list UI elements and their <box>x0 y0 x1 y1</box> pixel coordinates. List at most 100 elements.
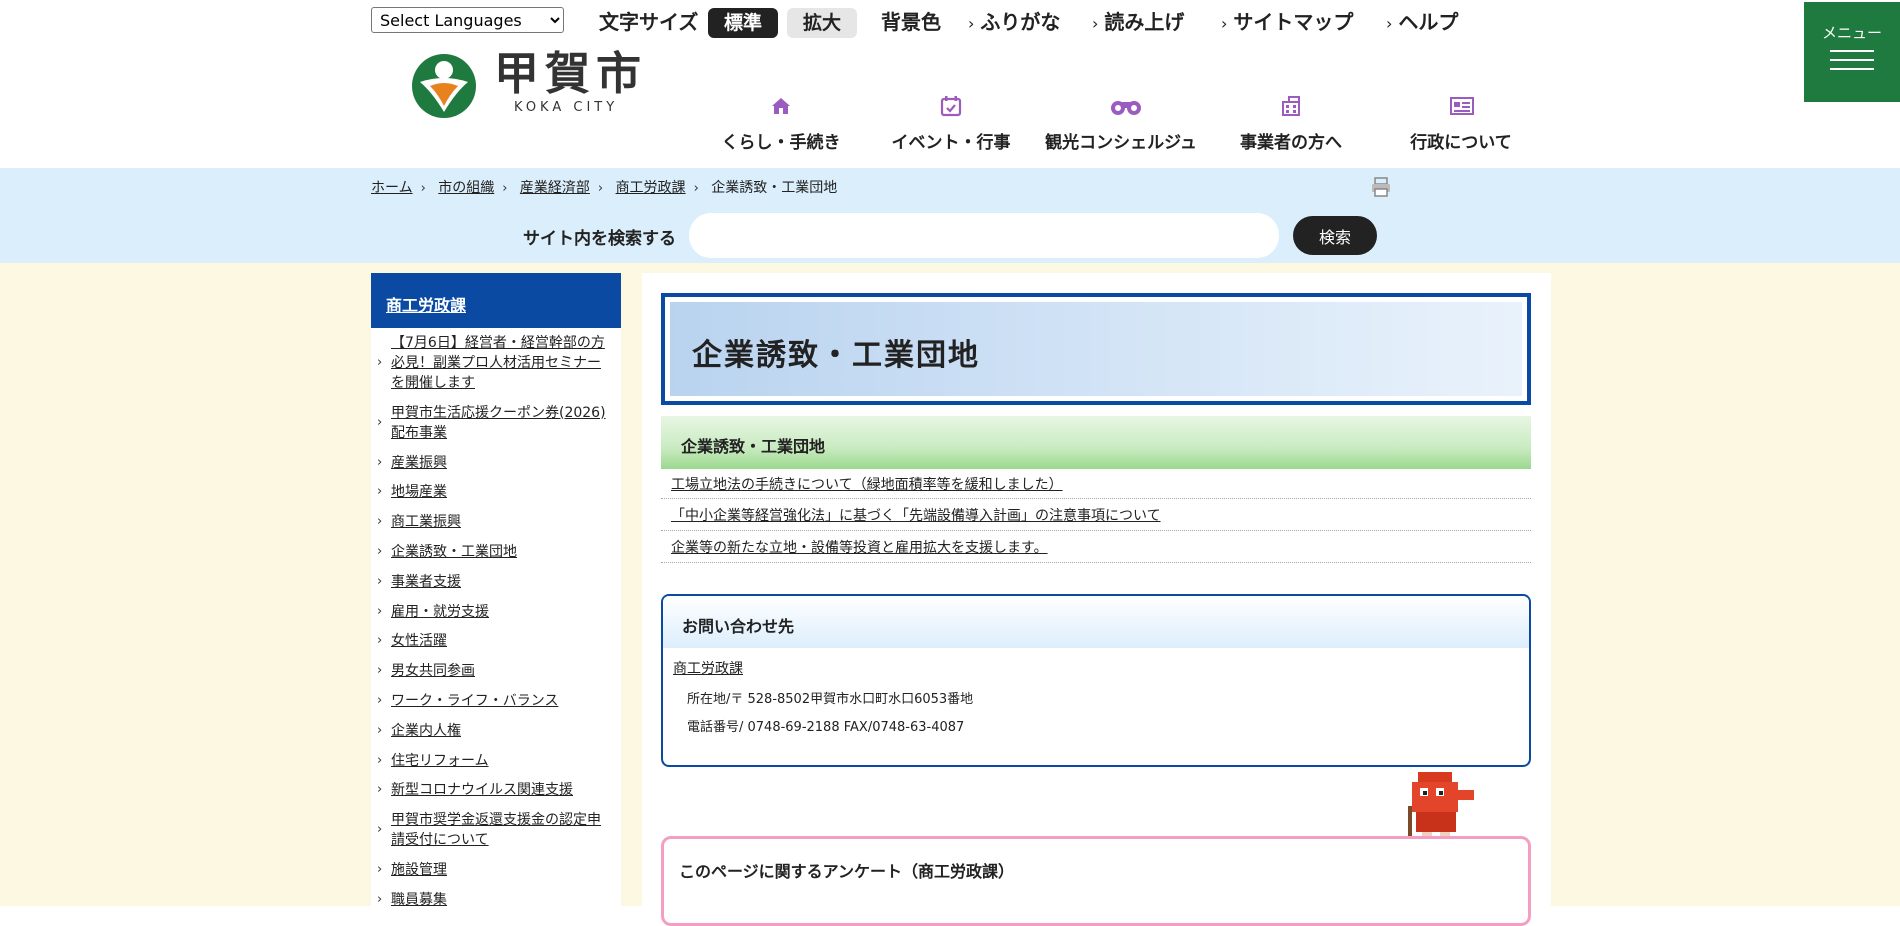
sidebar-item-link[interactable]: 新型コロナウイルス関連支援 <box>391 782 573 798</box>
sidebar-item-link[interactable]: 男女共同参画 <box>391 663 475 679</box>
chevron-right-icon: › <box>377 633 383 649</box>
sitemap-link[interactable]: › サイトマップ <box>1221 8 1353 36</box>
site-logo-subtitle: KOKA CITY <box>514 100 619 115</box>
breadcrumb-link-organization[interactable]: 市の組織 <box>438 180 494 196</box>
contact-department-link[interactable]: 商工労政課 <box>673 658 743 678</box>
nav-item-label: 行政について <box>1410 133 1512 153</box>
hamburger-icon <box>1830 68 1874 70</box>
nav-item-business[interactable]: 事業者の方へ <box>1206 94 1376 153</box>
nav-item-tourism[interactable]: 観光コンシェルジュ <box>1036 94 1206 153</box>
chevron-right-icon: › <box>502 181 508 196</box>
sidebar-heading-link[interactable]: 商工労政課 <box>386 296 466 315</box>
sidebar-item[interactable]: › 企業内人権 <box>371 721 621 741</box>
chevron-right-icon: › <box>377 484 383 500</box>
sidebar-item-link[interactable]: 女性活躍 <box>391 633 447 649</box>
sidebar-list: › 【7月6日】経営者・経営幹部の方必見！副業プロ人材活用セミナーを開催します › 甲… <box>371 333 621 920</box>
city-emblem-icon[interactable] <box>410 52 478 120</box>
sidebar-item[interactable]: › 企業誘致・工業団地 <box>371 542 621 562</box>
furigana-label: ふりがな <box>980 10 1061 34</box>
sidebar-item-link[interactable]: 事業者支援 <box>391 574 461 590</box>
chevron-right-icon: › <box>377 822 383 838</box>
read-aloud-label: 読み上げ <box>1104 10 1185 34</box>
nav-item-label: イベント・行事 <box>891 133 1011 153</box>
sidebar-item-link[interactable]: ワーク・ライフ・バランス <box>391 693 558 709</box>
sidebar-item[interactable]: › 甲賀市生活応援クーポン券(2026)配布事業 <box>371 403 621 443</box>
sidebar-item-link[interactable]: 職員募集 <box>391 892 447 908</box>
sidebar-item[interactable]: › 住宅リフォーム <box>371 751 621 771</box>
sidebar-item-link[interactable]: 商工業振興 <box>391 514 461 530</box>
sidebar-item-link[interactable]: 施設管理 <box>391 862 447 878</box>
hamburger-icon <box>1830 50 1874 52</box>
sidebar-item[interactable]: › 男女共同参画 <box>371 661 621 681</box>
chevron-right-icon: › <box>377 514 383 530</box>
read-aloud-link[interactable]: › 読み上げ <box>1092 8 1184 36</box>
sidebar-item[interactable]: › 雇用・就労支援 <box>371 602 621 622</box>
chevron-right-icon: › <box>377 663 383 679</box>
survey-title: このページに関するアンケート（商工労政課） <box>679 862 1015 881</box>
contact-address: 所在地/〒 528-8502甲賀市水口町水口6053番地 <box>687 692 974 707</box>
sidebar-item-link[interactable]: 雇用・就労支援 <box>391 604 489 620</box>
chevron-right-icon: › <box>693 181 699 196</box>
divider <box>661 530 1531 531</box>
sidebar-item-link[interactable]: 住宅リフォーム <box>391 753 489 769</box>
sidebar-item[interactable]: › 職員募集 <box>371 890 621 910</box>
hamburger-icon <box>1830 59 1874 61</box>
print-icon[interactable] <box>1370 176 1392 198</box>
search-input[interactable] <box>689 213 1279 258</box>
chevron-right-icon: › <box>420 181 426 196</box>
sidebar-item[interactable]: › 産業振興 <box>371 453 621 473</box>
menu-label: メニュー <box>1821 24 1882 42</box>
contact-heading: お問い合わせ先 <box>663 596 1529 648</box>
chevron-right-icon: › <box>377 891 383 907</box>
sidebar-item[interactable]: › 事業者支援 <box>371 572 621 592</box>
bg-color-button[interactable]: 背景色 <box>881 8 941 36</box>
sidebar-item-link[interactable]: 甲賀市奨学金返還支援金の認定申請受付について <box>391 812 601 848</box>
menu-button[interactable]: メニュー <box>1804 2 1900 102</box>
sidebar-item-link[interactable]: 企業誘致・工業団地 <box>391 544 517 560</box>
sidebar-item[interactable]: › 女性活躍 <box>371 631 621 651</box>
chevron-right-icon: › <box>1221 14 1228 33</box>
link-factory-location-law[interactable]: 工場立地法の手続きについて（緑地面積率等を緩和しました） <box>671 474 1063 494</box>
font-size-large-button[interactable]: 拡大 <box>787 8 857 38</box>
font-size-standard-button[interactable]: 標準 <box>708 8 778 38</box>
chevron-right-icon: › <box>377 414 383 430</box>
search-button[interactable]: 検索 <box>1293 216 1377 255</box>
link-investment-support[interactable]: 企業等の新たな立地・設備等投資と雇用拡大を支援します。 <box>671 537 1048 557</box>
breadcrumb-link-home[interactable]: ホーム <box>371 180 413 196</box>
search-label: サイト内を検索する <box>523 229 676 249</box>
nav-item-living[interactable]: くらし・手続き <box>696 94 866 153</box>
sitemap-label: サイトマップ <box>1233 10 1354 34</box>
sidebar-item[interactable]: › 商工業振興 <box>371 512 621 532</box>
sidebar-item-link[interactable]: 地場産業 <box>391 484 447 500</box>
chevron-right-icon: › <box>1386 14 1393 33</box>
nav-item-administration[interactable]: 行政について <box>1376 94 1546 153</box>
nav-item-events[interactable]: イベント・行事 <box>866 94 1036 153</box>
sidebar-item[interactable]: › 新型コロナウイルス関連支援 <box>371 780 621 800</box>
sidebar-item[interactable]: › 【7月6日】経営者・経営幹部の方必見！副業プロ人材活用セミナーを開催します <box>371 333 621 393</box>
sidebar-item-link[interactable]: 【7月6日】経営者・経営幹部の方必見！副業プロ人材活用セミナーを開催します <box>391 335 605 391</box>
sidebar-item[interactable]: › 地場産業 <box>371 482 621 502</box>
furigana-link[interactable]: › ふりがな <box>968 8 1060 36</box>
chevron-right-icon: › <box>377 573 383 589</box>
sidebar-item-link[interactable]: 企業内人権 <box>391 723 461 739</box>
chevron-right-icon: › <box>597 181 604 196</box>
help-link[interactable]: › ヘルプ <box>1386 8 1458 36</box>
house-icon <box>769 94 793 118</box>
chevron-right-icon: › <box>377 692 383 708</box>
divider <box>661 562 1531 563</box>
language-select[interactable]: Select Languages <box>371 7 564 33</box>
chevron-right-icon: › <box>1092 14 1099 33</box>
contact-phone: 電話番号/ 0748-69-2188 FAX/0748-63-4087 <box>687 720 965 735</box>
sidebar-item[interactable]: › ワーク・ライフ・バランス <box>371 691 621 711</box>
link-sme-enhancement-act[interactable]: 「中小企業等経営強化法」に基づく「先端設備導入計画」の注意事項について <box>671 505 1161 525</box>
breadcrumb-link-commerce-division[interactable]: 商工労政課 <box>616 180 686 196</box>
mascot-character-icon <box>1400 770 1480 840</box>
sidebar-item[interactable]: › 甲賀市奨学金返還支援金の認定申請受付について <box>371 810 621 850</box>
site-logo-title[interactable]: 甲賀市 <box>494 49 647 99</box>
sidebar-item[interactable]: › 施設管理 <box>371 860 621 880</box>
breadcrumb-link-industry-dept[interactable]: 産業経済部 <box>520 180 590 196</box>
sidebar-item-link[interactable]: 産業振興 <box>391 455 447 471</box>
font-size-label: 文字サイズ <box>599 10 699 34</box>
newspaper-icon <box>1449 94 1474 118</box>
sidebar-item-link[interactable]: 甲賀市生活応援クーポン券(2026)配布事業 <box>391 405 606 441</box>
